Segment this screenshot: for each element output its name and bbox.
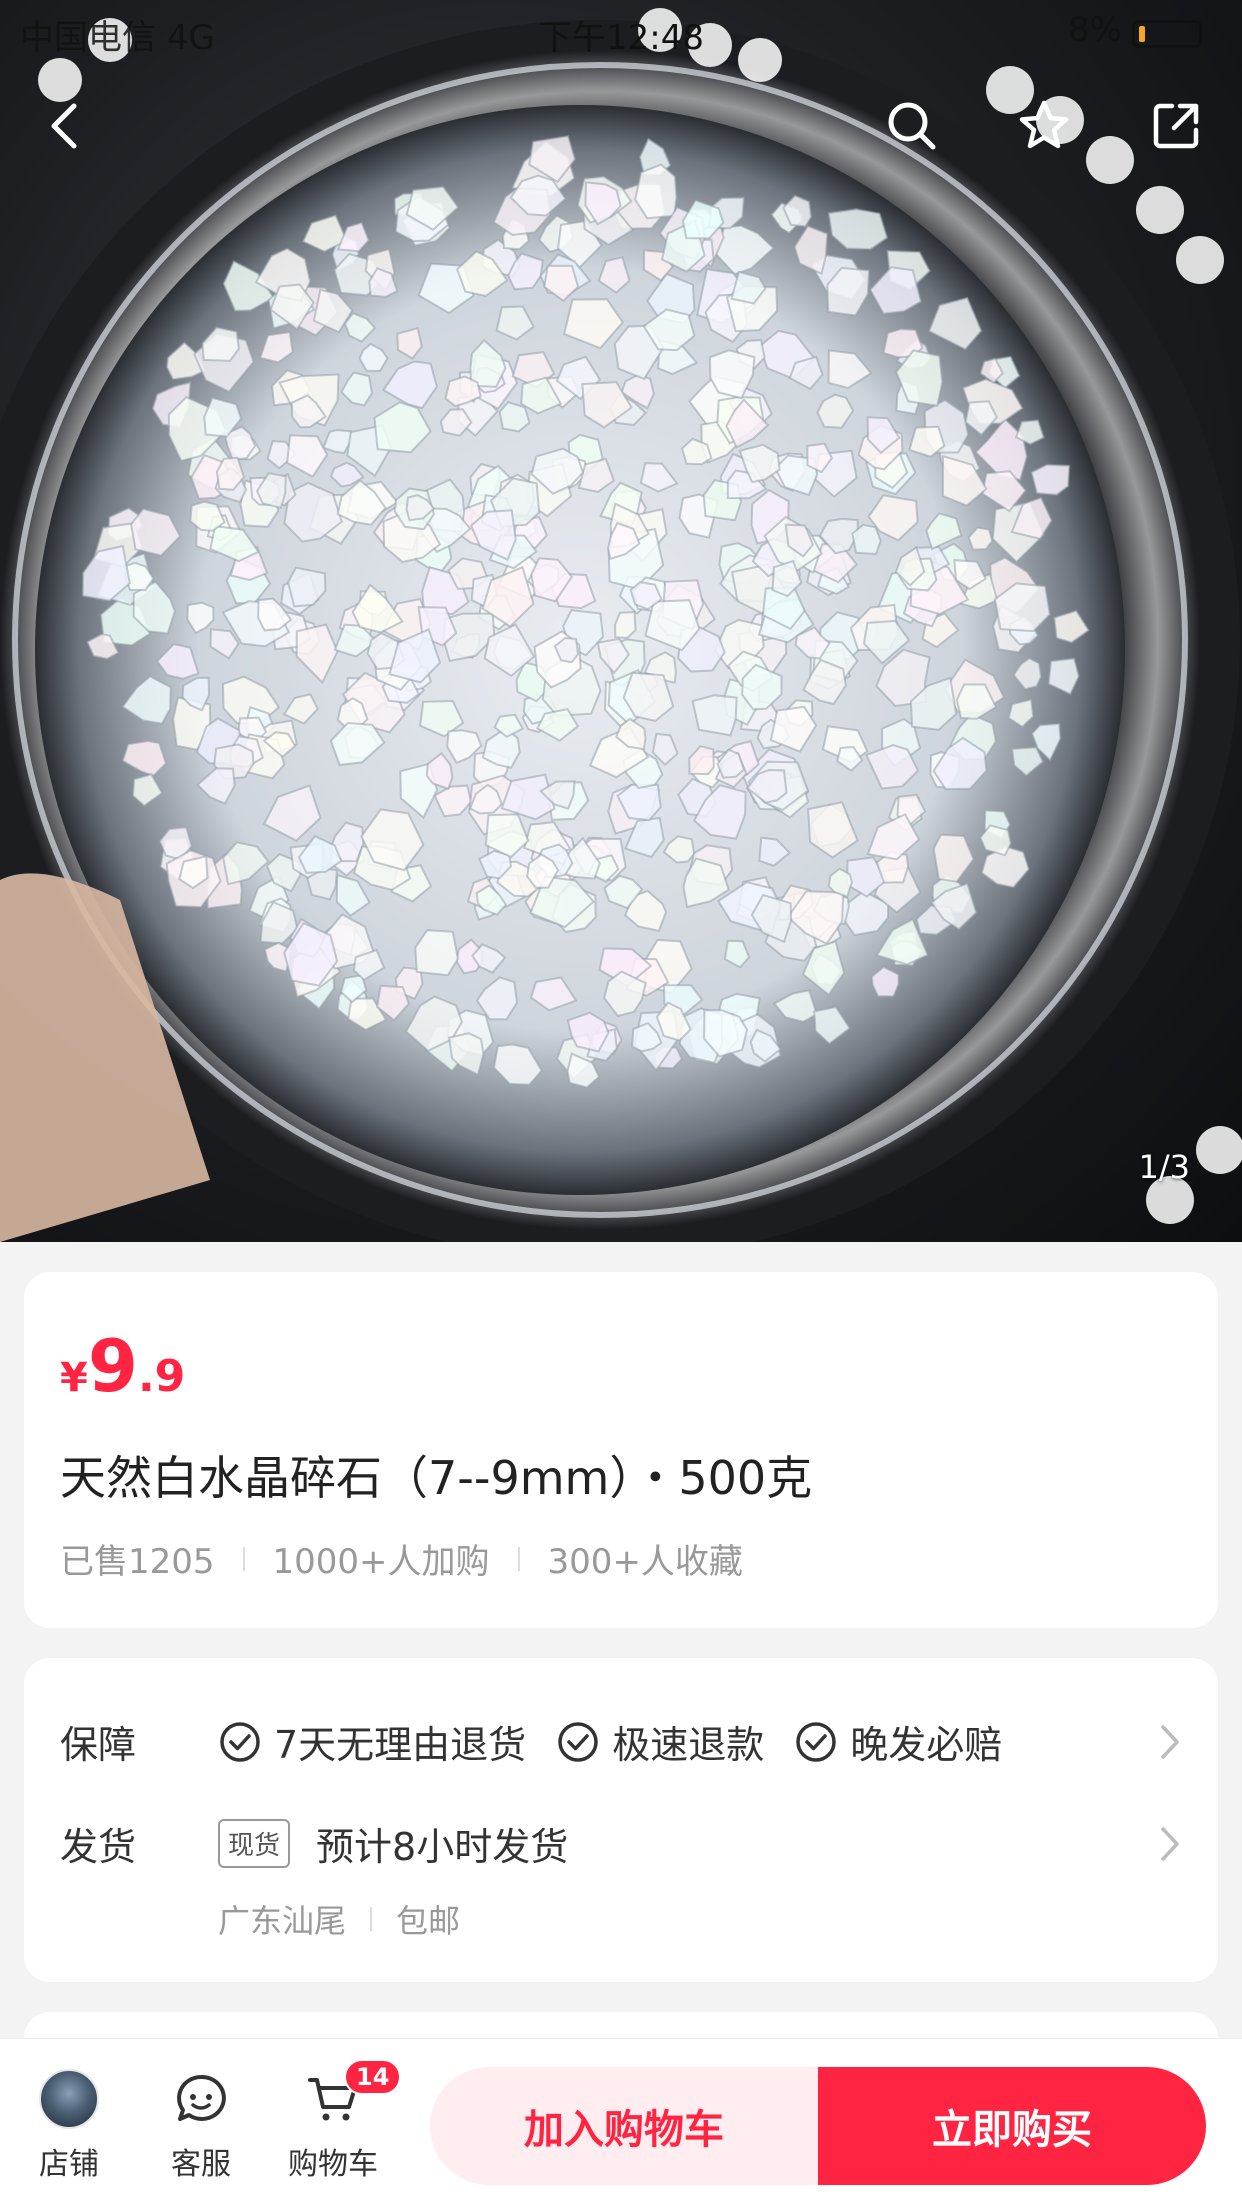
- divider: [370, 1907, 373, 1931]
- shipping-label: 发货: [60, 1825, 137, 1869]
- currency-symbol: ¥: [60, 1355, 88, 1401]
- search-button[interactable]: [874, 88, 950, 164]
- guarantee-item: 极速退款: [556, 1714, 764, 1769]
- back-icon: [51, 103, 77, 149]
- postage-label: 包邮: [396, 1902, 461, 1940]
- favorite-count: 300+人收藏: [547, 1542, 743, 1582]
- product-detail-page: 中国电信 4G 下午12:48 8% 1/3 ¥9.9 天然白水晶碎石（7--9…: [0, 0, 1242, 2208]
- crystal-chip: [414, 929, 459, 977]
- product-stats: 已售1205 1000+人加购 300+人收藏: [60, 1534, 743, 1583]
- share-button[interactable]: [1138, 88, 1214, 164]
- bottom-action-bar: 店铺 客服 14 购物车 加入购物车 立即购买: [0, 2038, 1242, 2208]
- crystal-chip: [614, 610, 637, 639]
- crystal-chip: [691, 694, 738, 737]
- crystal-chip: [851, 523, 882, 556]
- shop-label: 店铺: [39, 2147, 99, 2182]
- product-image[interactable]: 中国电信 4G 下午12:48 8% 1/3: [0, 0, 1242, 1242]
- status-bar: 中国电信 4G 下午12:48 8%: [0, 0, 1242, 60]
- cart-count-badge: 14: [344, 2059, 402, 2095]
- crystal-chip: [634, 163, 678, 220]
- check-circle-icon: [220, 1721, 260, 1762]
- guarantee-return: 7天无理由退货: [274, 1723, 527, 1767]
- service-card: 保障 7天无理由退货 极速退款 晚发必赔 发货 现货 预计8小时发货 广东汕尾 …: [24, 1658, 1218, 1982]
- add-to-cart-button[interactable]: 加入购物车: [430, 2067, 818, 2185]
- in-stock-tag: 现货: [218, 1819, 291, 1868]
- battery-level: 8%: [1068, 10, 1122, 50]
- chevron-right-icon: [1161, 1725, 1179, 1759]
- guarantee-list: 7天无理由退货 极速退款 晚发必赔: [218, 1714, 1032, 1769]
- price-integer: 9: [87, 1324, 138, 1408]
- shipping-row[interactable]: 发货 现货 预计8小时发货 广东汕尾 包邮: [60, 1816, 1194, 1940]
- price: ¥9.9: [60, 1324, 185, 1408]
- cart-button[interactable]: 14 购物车: [278, 2059, 402, 2183]
- service-label: 客服: [171, 2147, 231, 2182]
- search-icon: [888, 102, 936, 150]
- cart-icon-wrap: 14: [278, 2059, 402, 2129]
- price-decimal: .9: [137, 1351, 186, 1402]
- chevron-right-icon: [1161, 1827, 1179, 1861]
- buy-now-button[interactable]: 立即购买: [818, 2067, 1206, 2185]
- chat-icon-wrap: [146, 2069, 256, 2129]
- guarantee-item: 7天无理由退货: [218, 1714, 526, 1769]
- crystal-bowl-illustration: [0, 8, 1242, 1242]
- product-info-card: ¥9.9 天然白水晶碎石（7--9mm）・500克 已售1205 1000+人加…: [24, 1272, 1218, 1628]
- check-circle-icon: [796, 1721, 836, 1762]
- check-circle-icon: [558, 1721, 598, 1762]
- image-pager: 1/3: [1138, 1148, 1191, 1186]
- share-icon: [1153, 103, 1199, 149]
- favorite-button[interactable]: [1006, 88, 1082, 164]
- shipping-details: 广东汕尾 包邮: [218, 1896, 460, 1942]
- shop-icon-wrap: [14, 2069, 124, 2129]
- chat-icon: [177, 2074, 226, 2121]
- guarantee-item: 晚发必赔: [794, 1714, 1002, 1769]
- cart-label: 购物车: [288, 2147, 378, 2182]
- product-title: 天然白水晶碎石（7--9mm）・500克: [60, 1451, 813, 1505]
- shop-button[interactable]: 店铺: [14, 2069, 124, 2183]
- customer-service-button[interactable]: 客服: [146, 2069, 256, 2183]
- divider: [242, 1546, 245, 1571]
- shipping-estimate: 预计8小时发货: [316, 1825, 569, 1869]
- battery-icon: [1132, 20, 1202, 48]
- clock: 下午12:48: [538, 18, 704, 58]
- divider: [517, 1546, 520, 1571]
- back-button[interactable]: [28, 88, 104, 164]
- shop-avatar: [39, 2069, 99, 2129]
- crystal-chip: [1030, 463, 1071, 496]
- shipping-info: 现货 预计8小时发货: [218, 1816, 568, 1871]
- guarantee-label: 保障: [60, 1723, 137, 1767]
- guarantee-refund: 极速退款: [612, 1723, 765, 1767]
- guarantee-row[interactable]: 保障 7天无理由退货 极速退款 晚发必赔: [60, 1714, 1194, 1774]
- sold-count: 已售1205: [60, 1542, 215, 1582]
- guarantee-late: 晚发必赔: [850, 1723, 1003, 1767]
- cart-add-count: 1000+人加购: [272, 1542, 490, 1582]
- ship-origin: 广东汕尾: [218, 1902, 347, 1940]
- star-icon: [1019, 100, 1069, 149]
